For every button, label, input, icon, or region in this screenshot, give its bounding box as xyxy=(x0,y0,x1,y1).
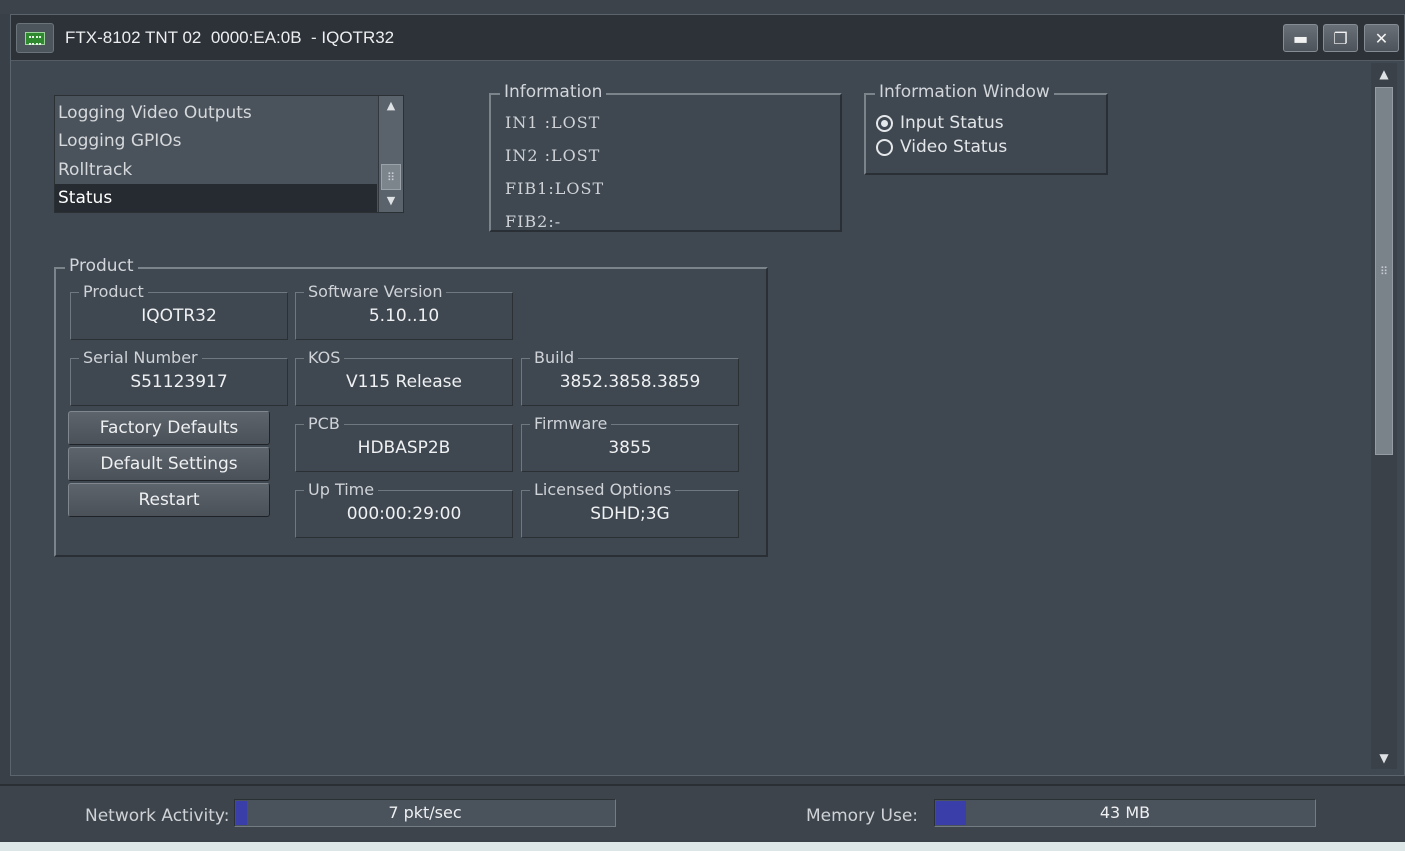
product-group: Product Product IQOTR32 Software Version… xyxy=(54,256,768,557)
field-build-value: 3852.3858.3859 xyxy=(559,372,701,392)
field-serial-number-value: S51123917 xyxy=(130,372,228,392)
information-window-group: Information Window Input Status Video St… xyxy=(864,82,1108,175)
default-settings-button[interactable]: Default Settings xyxy=(68,447,270,481)
information-group: Information IN1 :LOST IN2 :LOST FIB1:LOS… xyxy=(489,82,842,232)
status-bar: Network Activity: 7 pkt/sec Memory Use: … xyxy=(0,784,1405,840)
memory-use-value: 43 MB xyxy=(1099,803,1151,822)
field-kos-value: V115 Release xyxy=(346,372,462,392)
field-software-version-label: Software Version xyxy=(304,283,447,301)
radio-unselected-icon[interactable] xyxy=(876,138,893,156)
factory-defaults-button[interactable]: Factory Defaults xyxy=(68,411,270,445)
circuit-board-icon[interactable] xyxy=(16,23,54,53)
radio-input-status[interactable]: Input Status xyxy=(876,113,1004,133)
device-window: FTX-8102 TNT 02 0000:EA:0B - IQOTR32 ▬ ❐… xyxy=(10,14,1405,776)
product-group-label: Product xyxy=(65,256,138,276)
field-firmware: Firmware 3855 xyxy=(521,415,739,472)
radio-video-status[interactable]: Video Status xyxy=(876,137,1007,157)
title-bar[interactable]: FTX-8102 TNT 02 0000:EA:0B - IQOTR32 ▬ ❐… xyxy=(11,15,1404,61)
network-activity-label: Network Activity: xyxy=(85,806,230,826)
list-scrollbar[interactable]: ▲ ⠿ ▼ xyxy=(378,96,403,212)
radio-video-status-label: Video Status xyxy=(900,137,1008,157)
field-product-label: Product xyxy=(79,283,148,301)
field-pcb-label: PCB xyxy=(304,415,344,433)
desktop-background xyxy=(0,0,1405,14)
bottom-edge xyxy=(0,842,1405,851)
scroll-up-icon[interactable]: ▲ xyxy=(1371,63,1397,85)
minimize-button[interactable]: ▬ xyxy=(1283,24,1318,52)
field-licensed-options-label: Licensed Options xyxy=(530,481,676,499)
info-line-in2: IN2 :LOST xyxy=(505,146,601,165)
field-licensed-options: Licensed Options SDHD;3G xyxy=(521,481,739,538)
scroll-down-icon[interactable]: ▼ xyxy=(379,191,403,211)
window-title: FTX-8102 TNT 02 0000:EA:0B - IQOTR32 xyxy=(65,28,395,47)
scroll-up-icon[interactable]: ▲ xyxy=(379,96,403,116)
close-button[interactable]: ✕ xyxy=(1364,24,1399,52)
field-pcb: PCB HDBASP2B xyxy=(295,415,513,472)
network-activity-meter: 7 pkt/sec xyxy=(234,799,616,827)
field-up-time-label: Up Time xyxy=(304,481,379,499)
list-item-logging-gpios[interactable]: Logging GPIOs xyxy=(55,127,377,155)
info-line-in1: IN1 :LOST xyxy=(505,113,601,132)
field-firmware-value: 3855 xyxy=(608,438,652,458)
list-item-logging-video-outputs[interactable]: Logging Video Outputs xyxy=(55,99,377,127)
field-product: Product IQOTR32 xyxy=(70,283,288,340)
content-area: Logging Video Outputs Logging GPIOs Roll… xyxy=(11,62,1369,775)
main-scrollbar[interactable]: ▲ ⠿ ▼ xyxy=(1371,63,1397,769)
radio-selected-icon[interactable] xyxy=(876,114,893,132)
restart-button[interactable]: Restart xyxy=(68,483,270,517)
information-window-label: Information Window xyxy=(875,82,1054,102)
memory-use-label: Memory Use: xyxy=(806,806,919,826)
page-list[interactable]: Logging Video Outputs Logging GPIOs Roll… xyxy=(54,95,404,213)
field-firmware-label: Firmware xyxy=(530,415,612,433)
field-kos: KOS V115 Release xyxy=(295,349,513,406)
field-pcb-value: HDBASP2B xyxy=(357,438,451,458)
radio-input-status-label: Input Status xyxy=(900,113,1004,133)
field-software-version: Software Version 5.10..10 xyxy=(295,283,513,340)
field-licensed-options-value: SDHD;3G xyxy=(590,504,670,524)
field-build-label: Build xyxy=(530,349,579,367)
info-line-fib2: FIB2:- xyxy=(505,212,562,231)
memory-use-meter: 43 MB xyxy=(934,799,1316,827)
list-item-status[interactable]: Status xyxy=(55,184,377,212)
field-up-time: Up Time 000:00:29:00 xyxy=(295,481,513,538)
field-up-time-value: 000:00:29:00 xyxy=(346,504,462,524)
field-serial-number-label: Serial Number xyxy=(79,349,202,367)
main-scroll-thumb[interactable]: ⠿ xyxy=(1375,87,1393,455)
field-software-version-value: 5.10..10 xyxy=(368,306,440,326)
field-build: Build 3852.3858.3859 xyxy=(521,349,739,406)
restore-button[interactable]: ❐ xyxy=(1323,24,1358,52)
information-label: Information xyxy=(500,82,607,102)
network-activity-value: 7 pkt/sec xyxy=(388,803,462,822)
field-kos-label: KOS xyxy=(304,349,345,367)
grip-icon: ⠿ xyxy=(1379,264,1389,278)
field-product-value: IQOTR32 xyxy=(141,306,217,326)
scroll-down-icon[interactable]: ▼ xyxy=(1371,747,1397,769)
info-line-fib1: FIB1:LOST xyxy=(505,179,605,198)
field-serial-number: Serial Number S51123917 xyxy=(70,349,288,406)
list-scroll-thumb[interactable]: ⠿ xyxy=(381,164,401,190)
grip-icon: ⠿ xyxy=(386,170,396,184)
list-item-rolltrack[interactable]: Rolltrack xyxy=(55,156,377,184)
